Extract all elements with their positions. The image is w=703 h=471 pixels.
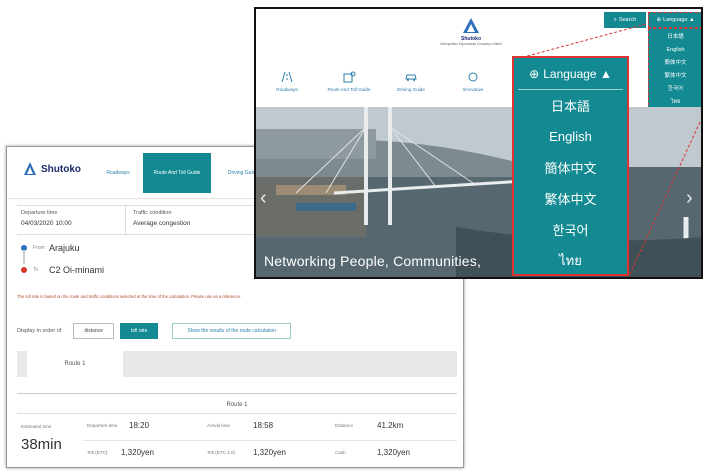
route-line [23, 250, 25, 264]
innovation-icon [468, 72, 478, 82]
logo-subtitle: Metropolitan Expressway Company Limited [440, 42, 502, 46]
nav-driving-guide[interactable]: Driving Guide [380, 65, 442, 107]
route-tabs: Route 1 [17, 351, 457, 377]
sort-order: Display in order of distance toll rate S… [17, 323, 292, 339]
language-label: Language ▲ [663, 17, 695, 23]
route-map-icon [343, 71, 356, 83]
nav-route-and-toll-guide[interactable]: Route And Toll Guide [143, 153, 211, 193]
nav-label: Roadways [276, 87, 298, 92]
road-icon [281, 71, 293, 83]
car-icon [405, 74, 417, 81]
divider [83, 440, 457, 441]
hero-image: ‹ › Networking People, Communities, [256, 107, 701, 277]
order-distance-button[interactable]: distance [73, 323, 114, 339]
tab-route-1[interactable]: Route 1 [27, 351, 123, 377]
departure-time: 18:20 [129, 421, 150, 430]
shutoko-logo-icon [463, 18, 479, 33]
language-option-ja[interactable]: 日本語 [667, 31, 684, 44]
language-header[interactable]: ⊕ Language ▲ [518, 58, 623, 90]
search-label: Search [618, 17, 637, 23]
logo-text: Shutoko [41, 163, 81, 175]
toll-etc: 1,320yen [121, 448, 154, 457]
prev-slide-icon[interactable]: ‹ [260, 187, 267, 210]
language-option-zh-hans[interactable]: 簡体中文 [514, 152, 627, 183]
nav-label: Driving Guide [397, 87, 425, 92]
main-nav: Roadways Route And Toll Guide Driving Gu… [256, 65, 701, 107]
language-option-en[interactable]: English [514, 121, 627, 152]
nav-label: Route And Toll Guide [327, 87, 371, 92]
language-option-th[interactable]: ไทย [514, 245, 627, 276]
to-label: To [33, 267, 39, 273]
traffic-value: Average congestion [133, 220, 191, 227]
nav-roadways[interactable]: Roadways [93, 153, 143, 193]
arrival-time: 18:58 [253, 421, 274, 430]
departure-value: 04/03/2020 10:00 [21, 220, 72, 227]
cash-label: Cash [335, 450, 346, 455]
nav-label: Innovative [462, 87, 484, 92]
globe-icon: ⊕ [529, 66, 540, 81]
destination-pin-icon [21, 267, 27, 273]
distance: 41.2km [377, 421, 404, 430]
required-time: 38min [21, 436, 62, 453]
language-header-label: Language ▲ [543, 66, 612, 81]
departure-time-label: Departure time [87, 423, 118, 428]
required-time-label: Estimated time [21, 424, 52, 429]
language-option-ja[interactable]: 日本語 [514, 90, 627, 121]
departure-label: Departure time [21, 210, 58, 216]
toll-etc-label: Toll (ETC) [87, 450, 108, 455]
divider [125, 206, 126, 234]
logo[interactable]: Shutoko Metropolitan Expressway Company … [431, 17, 511, 46]
language-button[interactable]: ⊕ Language ▲ [648, 12, 701, 28]
search-icon: ⌕ [613, 16, 617, 23]
globe-icon: ⊕ [656, 17, 662, 23]
search-button[interactable]: ⌕ Search [604, 12, 646, 28]
cash: 1,320yen [377, 448, 410, 457]
route-summary: Estimated time 38min Departure time 18:2… [17, 413, 457, 467]
route-title: Route 1 [17, 393, 457, 408]
from-value: Arajuku [49, 243, 80, 253]
arrival-time-label: Arrival time [207, 423, 230, 428]
to-row: To C2 Oi-minami [21, 265, 104, 275]
next-slide-icon[interactable]: › [686, 187, 693, 210]
show-results-button[interactable]: Show the results of the route calculatio… [172, 323, 292, 339]
toll-etc2: 1,320yen [253, 448, 286, 457]
nav-roadways[interactable]: Roadways [256, 65, 318, 107]
language-option-ko[interactable]: 한국어 [514, 214, 627, 245]
nav-route-and-toll-guide[interactable]: Route And Toll Guide [318, 65, 380, 107]
language-option-en[interactable]: English [666, 44, 684, 57]
order-label: Display in order of [17, 328, 62, 334]
language-dropdown-zoomed: ⊕ Language ▲ 日本語 English 簡体中文 繁体中文 한국어 ไ… [512, 56, 629, 276]
from-row: From Arajuku [21, 243, 80, 253]
distance-label: Distance [335, 423, 353, 428]
order-toll-button[interactable]: toll rate [119, 323, 159, 339]
traffic-label: Traffic condition [133, 210, 172, 216]
to-value: C2 Oi-minami [49, 265, 105, 275]
homepage-window: Shutoko Metropolitan Expressway Company … [254, 7, 703, 279]
toll-notice: The toll rate is based on the route and … [17, 294, 242, 299]
hero-caption: Networking People, Communities, [264, 253, 482, 269]
language-option-zh-hant[interactable]: 繁体中文 [514, 183, 627, 214]
shutoko-logo-icon [24, 162, 36, 175]
from-label: From [33, 245, 45, 251]
logo[interactable]: Shutoko [23, 161, 81, 177]
toll-etc2-label: Toll (ETC 2.0) [207, 450, 236, 455]
nav-innovative[interactable]: Innovative [442, 65, 504, 107]
